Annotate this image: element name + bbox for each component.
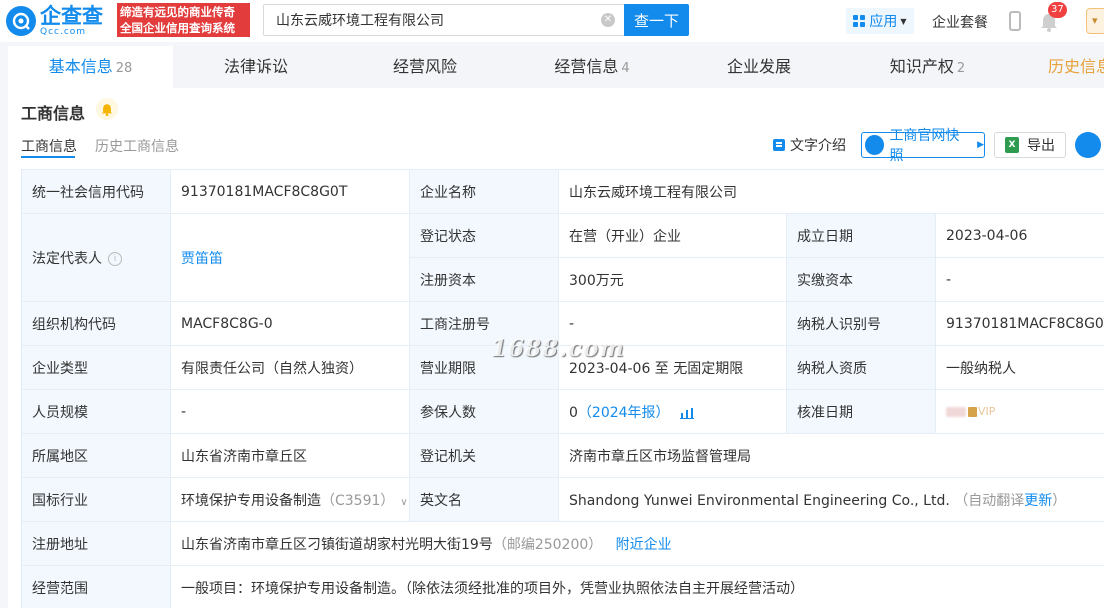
caret-right-icon: ▶ [977,140,984,150]
watermark: 1688.com [491,335,625,362]
snapshot-icon [865,135,885,155]
business-info-table: 统一社会信用代码 91370181MACF8C8G0T 企业名称 山东云威环境工… [21,169,1104,608]
trend-chart-icon[interactable] [679,407,694,419]
scope-label: 经营范围 [21,565,171,608]
mobile-icon[interactable] [1009,11,1021,31]
caret-down-icon: ▼ [900,16,907,26]
package-link[interactable]: 企业套餐 [932,12,988,32]
excel-icon: X [1005,137,1019,153]
tab-ip[interactable]: 知识产权 2 [845,46,1010,88]
table-row: 国标行业 环境保护专用设备制造（C3591） ∨ 英文名 Shandong Yun… [21,477,1104,522]
update-translation-link[interactable]: 更新 [1024,493,1052,509]
industry-label: 国标行业 [21,477,171,522]
tab-history[interactable]: 历史信息 [1048,46,1104,88]
vip-badge: VIP [978,405,996,418]
scope-value: 一般项目：环境保护专用设备制造。（除依法须经批准的项目外，凭营业执照依法自主开展… [170,565,1104,608]
taxpayer-qual-label: 纳税人资质 [786,345,936,390]
credit-code-label: 统一社会信用代码 [21,169,171,214]
address-cell: 山东省济南市章丘区刁镇街道胡家村光明大街19号（邮编250200） 附近企业 [170,521,1104,566]
paid-capital-value: - [935,257,1104,302]
notification-badge: 37 [1048,2,1067,18]
paid-capital-label: 实缴资本 [786,257,936,302]
staff-size-value: - [170,389,410,434]
search-button[interactable]: 查一下 [624,4,689,36]
company-name-label: 企业名称 [409,169,559,214]
reg-authority-label: 登记机关 [409,433,559,478]
user-avatar[interactable]: ▾ [1086,8,1104,34]
search-box: ✕ [263,4,625,36]
found-date-label: 成立日期 [786,213,936,258]
tab-basic-info[interactable]: 基本信息 28 [8,46,173,88]
company-type-label: 企业类型 [21,345,171,390]
approve-date-label: 核准日期 [786,389,936,434]
export-button[interactable]: X 导出 [994,132,1066,158]
region-value: 山东省济南市章丘区 [170,433,410,478]
org-code-value: MACF8C8G-0 [170,301,410,346]
search-input[interactable] [264,5,584,35]
table-row: 法定代表人 i 贾笛笛 登记状态 在营（开业）企业 成立日期 2023-04-06 [21,213,1104,302]
main-tabs: 基本信息28 法律诉讼 经营风险 经营信息4 企业发展 知识产权2 历史信息 [8,46,1104,88]
org-code-label: 组织机构代码 [21,301,171,346]
apps-menu-button[interactable]: 应用 ▼ [846,8,914,34]
table-row: 所属地区 山东省济南市章丘区 登记机关 济南市章丘区市场监督管理局 [21,433,1104,478]
reg-status-value: 在营（开业）企业 [558,213,787,258]
insured-label: 参保人数 [409,389,559,434]
logo-text: 企查查 [40,3,103,28]
company-name-value: 山东云威环境工程有限公司 [558,169,1104,214]
reg-authority-value: 济南市章丘区市场监督管理局 [558,433,1104,478]
tab-litigation[interactable]: 法律诉讼 [173,46,339,88]
subtab-business-info[interactable]: 工商信息 [21,136,77,156]
blurred-value [946,406,966,417]
qcc-logo-icon [6,6,36,36]
top-header: 企查查 Qcc.com 缔造有远见的商业传奇 全国企业信用查询系统 ✕ 查一下 … [0,0,1104,42]
subtab-history-business-info[interactable]: 历史工商信息 [95,136,179,156]
company-type-value: 有限责任公司（自然人独资） [170,345,410,390]
address-label: 注册地址 [21,521,171,566]
logo[interactable]: 企查查 Qcc.com [6,4,103,38]
table-row: 人员规模 - 参保人数 0（2024年报） 核准日期 VIP [21,389,1104,434]
credit-code-value: 91370181MACF8C8G0T [170,169,410,214]
approve-date-cell[interactable]: VIP [935,389,1104,434]
found-date-value: 2023-04-06 [935,213,1104,258]
reg-capital-label: 注册资本 [409,257,559,302]
insured-cell: 0（2024年报） [558,389,787,434]
table-row: 统一社会信用代码 91370181MACF8C8G0T 企业名称 山东云威环境工… [21,169,1104,214]
chevron-down-icon[interactable]: ∨ [400,497,407,508]
monitor-bell-icon[interactable] [96,98,118,120]
tab-development[interactable]: 企业发展 [673,46,845,88]
reg-capital-value: 300万元 [558,257,787,302]
taxpayer-id-value: 91370181MACF8C8G0T [935,301,1104,346]
subtab-active-indicator [21,156,75,158]
legal-rep-cell: 贾笛笛 [170,213,410,302]
taxpayer-id-label: 纳税人识别号 [786,301,936,346]
taxpayer-qual-value: 一般纳税人 [935,345,1104,390]
more-tools-icon[interactable] [1075,132,1101,158]
info-icon[interactable]: i [108,251,122,266]
nearby-companies-link[interactable]: 附近企业 [616,537,672,553]
clear-icon[interactable]: ✕ [601,13,615,27]
english-name-label: 英文名 [409,477,559,522]
document-icon [773,139,785,151]
grid-icon [853,15,866,27]
table-row: 经营范围 一般项目：环境保护专用设备制造。（除依法须经批准的项目外，凭营业执照依… [21,565,1104,608]
table-row: 注册地址 山东省济南市章丘区刁镇街道胡家村光明大街19号（邮编250200） 附… [21,521,1104,566]
official-snapshot-button[interactable]: 工商官网快照 ▶ [861,128,985,164]
tab-business-risk[interactable]: 经营风险 [339,46,511,88]
insured-year-link[interactable]: （2024年报） [578,405,670,421]
text-intro-button[interactable]: 文字介绍 [773,132,846,158]
staff-size-label: 人员规模 [21,389,171,434]
legal-rep-label-cell: 法定代表人 i [21,213,171,302]
english-name-cell: Shandong Yunwei Environmental Engineerin… [558,477,1104,522]
legal-rep-link[interactable]: 贾笛笛 [181,251,223,267]
industry-cell[interactable]: 环境保护专用设备制造（C3591） ∨ [170,477,410,522]
lock-icon [968,406,977,417]
region-label: 所属地区 [21,433,171,478]
reg-status-label: 登记状态 [409,213,559,258]
chevron-down-icon: ▾ [1092,14,1098,27]
logo-domain: Qcc.com [40,26,87,37]
slogan-banner[interactable]: 缔造有远见的商业传奇 全国企业信用查询系统 [117,3,250,37]
section-title: 工商信息 [21,104,86,123]
company-detail-card: 基本信息28 法律诉讼 经营风险 经营信息4 企业发展 知识产权2 历史信息 工… [8,46,1104,608]
tab-business-info[interactable]: 经营信息 4 [511,46,673,88]
